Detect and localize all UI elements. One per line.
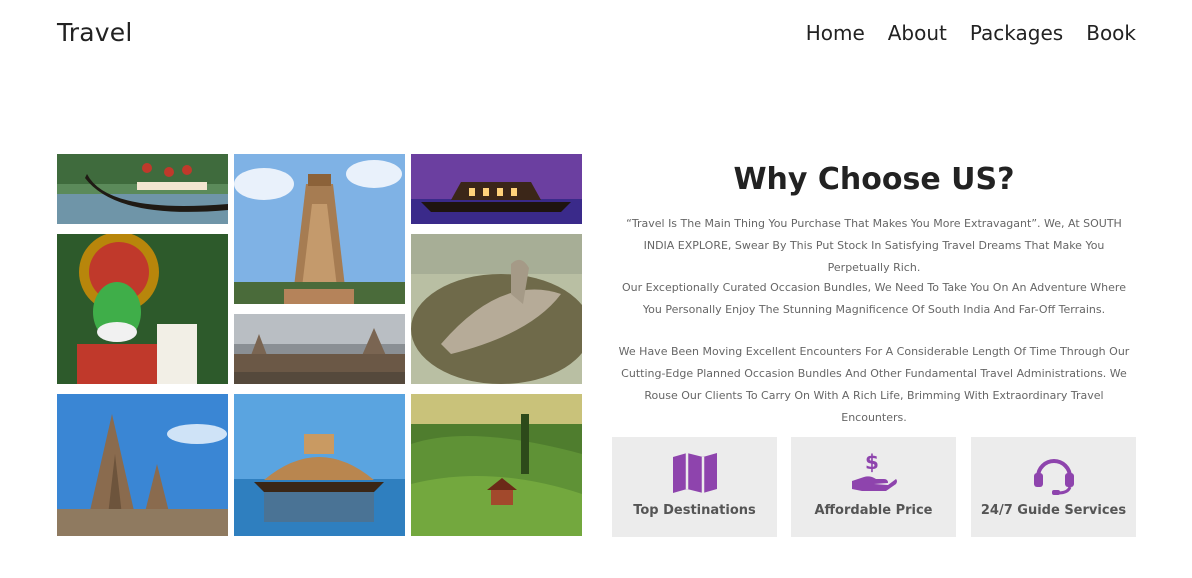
hand-dollar-icon: $ [851,451,897,491]
gallery-image-boat-race [57,154,228,224]
gallery-image-kathakali [57,234,228,384]
nav-book[interactable]: Book [1086,21,1136,45]
feature-card-guide-services[interactable]: 24/7 Guide Services [971,437,1136,537]
svg-text:$: $ [865,451,879,474]
section-title: Why Choose US? [733,162,1015,197]
gallery-image-temple-tower [234,154,405,304]
feature-label: Top Destinations [633,503,756,518]
navbar: Travel Home About Packages Book [0,0,1192,72]
nav-home[interactable]: Home [806,21,865,45]
gallery-image-shore-temple [57,394,228,536]
about-paragraph-2: Our Exceptionally Curated Occasion Bundl… [622,281,1126,316]
gallery-image-tea-plantation [411,394,582,536]
features-row: Top Destinations $ Affordable Price 24/7… [612,437,1136,537]
feature-card-affordable-price[interactable]: $ Affordable Price [791,437,956,537]
gallery-image-temple-ruins [234,314,405,384]
photo-gallery [57,154,582,536]
map-icon [672,453,717,493]
brand-logo[interactable]: Travel [57,18,133,47]
gallery-image-houseboat-night [411,154,582,224]
gallery-image-houseboat-backwater [234,394,405,536]
main-nav: Home About Packages Book [806,21,1136,45]
about-paragraph-1: “Travel Is The Main Thing You Purchase T… [626,217,1122,274]
headset-icon [1033,459,1074,495]
feature-card-top-destinations[interactable]: Top Destinations [612,437,777,537]
feature-label: Affordable Price [814,503,933,518]
gallery-image-eagle-sculpture [411,234,582,384]
nav-about[interactable]: About [888,21,947,45]
feature-label: 24/7 Guide Services [980,503,1127,518]
about-paragraph-3: We Have Been Moving Excellent Encounters… [618,345,1130,424]
nav-packages[interactable]: Packages [970,21,1063,45]
